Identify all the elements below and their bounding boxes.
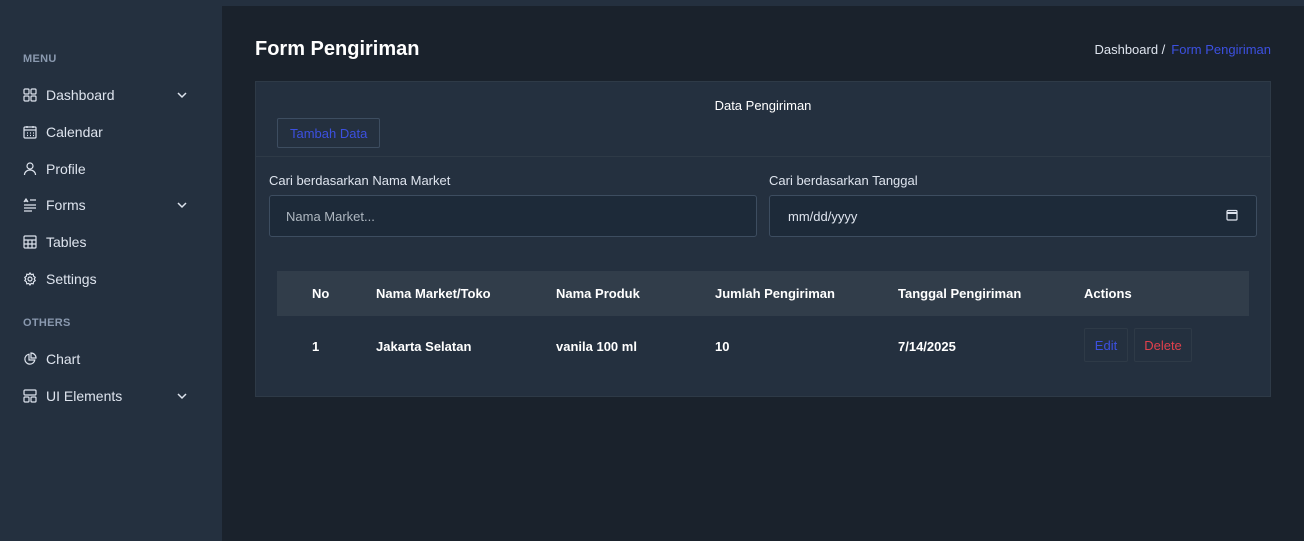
- pie-chart-icon: [22, 351, 38, 367]
- sidebar-item-label: Forms: [46, 197, 86, 213]
- forms-icon: [22, 197, 38, 213]
- others-heading: OTHERS: [23, 317, 71, 329]
- chevron-down-icon: [176, 89, 188, 101]
- column-header-quantity: Jumlah Pengiriman: [715, 286, 835, 301]
- calendar-icon: [22, 124, 38, 140]
- cell-no: 1: [312, 339, 320, 354]
- sidebar-item-forms[interactable]: Forms: [22, 193, 194, 217]
- calendar-picker-icon[interactable]: [1226, 209, 1238, 224]
- market-search-placeholder: Nama Market...: [286, 208, 375, 224]
- sidebar-item-label: Calendar: [46, 124, 103, 140]
- card-title: Data Pengiriman: [714, 98, 812, 113]
- breadcrumb-current: Form Pengiriman: [1171, 42, 1271, 57]
- column-header-market: Nama Market/Toko: [376, 286, 491, 301]
- table-header-row: No Nama Market/Toko Nama Produk Jumlah P…: [277, 271, 1249, 316]
- sidebar-item-tables[interactable]: Tables: [22, 230, 194, 254]
- breadcrumb: Dashboard / Form Pengiriman: [1094, 42, 1271, 57]
- column-header-product: Nama Produk: [556, 286, 640, 301]
- sidebar-item-chart[interactable]: Chart: [22, 347, 194, 371]
- grid-icon: [22, 87, 38, 103]
- column-header-actions: Actions: [1084, 286, 1132, 301]
- sidebar-item-dashboard[interactable]: Dashboard: [22, 83, 194, 107]
- sidebar-item-label: Settings: [46, 271, 97, 287]
- market-search-label: Cari berdasarkan Nama Market: [269, 173, 451, 188]
- shipping-data-card: Data Pengiriman Tambah Data Cari berdasa…: [255, 81, 1271, 397]
- sidebar-item-label: Tables: [46, 234, 87, 250]
- page-title: Form Pengiriman: [255, 38, 420, 60]
- sidebar-item-label: Profile: [46, 161, 86, 177]
- cell-market: Jakarta Selatan: [376, 339, 472, 354]
- sidebar: MENU Dashboard Calendar Profile Forms Ta…: [0, 0, 222, 541]
- cell-date: 7/14/2025: [898, 339, 956, 354]
- sidebar-item-ui-elements[interactable]: UI Elements: [22, 384, 194, 408]
- cell-quantity: 10: [715, 339, 730, 354]
- main-content: Form Pengiriman Dashboard / Form Pengiri…: [222, 6, 1304, 541]
- delete-button[interactable]: Delete: [1134, 328, 1192, 362]
- date-search-value: mm/dd/yyyy: [788, 208, 858, 224]
- column-header-date: Tanggal Pengiriman: [898, 286, 1022, 301]
- sidebar-item-label: Chart: [46, 351, 81, 367]
- sidebar-item-profile[interactable]: Profile: [22, 157, 194, 181]
- column-header-no: No: [312, 286, 330, 301]
- sidebar-item-label: Dashboard: [46, 87, 115, 103]
- chevron-down-icon: [176, 199, 188, 211]
- cell-product: vanila 100 ml: [556, 339, 637, 354]
- sidebar-item-calendar[interactable]: Calendar: [22, 120, 194, 144]
- gear-icon: [22, 271, 38, 287]
- market-search-input[interactable]: Nama Market...: [269, 195, 757, 237]
- sidebar-item-label: UI Elements: [46, 388, 123, 404]
- date-search-input[interactable]: mm/dd/yyyy: [769, 195, 1257, 237]
- table-icon: [22, 234, 38, 250]
- layout-icon: [22, 388, 38, 404]
- user-icon: [22, 161, 38, 177]
- add-data-button[interactable]: Tambah Data: [277, 118, 381, 148]
- date-search-label: Cari berdasarkan Tanggal: [769, 173, 918, 188]
- breadcrumb-dashboard-link[interactable]: Dashboard /: [1094, 42, 1165, 57]
- edit-button[interactable]: Edit: [1084, 328, 1128, 362]
- card-header: Data Pengiriman Tambah Data: [256, 82, 1270, 157]
- sidebar-item-settings[interactable]: Settings: [22, 267, 194, 291]
- chevron-down-icon: [176, 390, 188, 402]
- menu-heading: MENU: [23, 53, 57, 65]
